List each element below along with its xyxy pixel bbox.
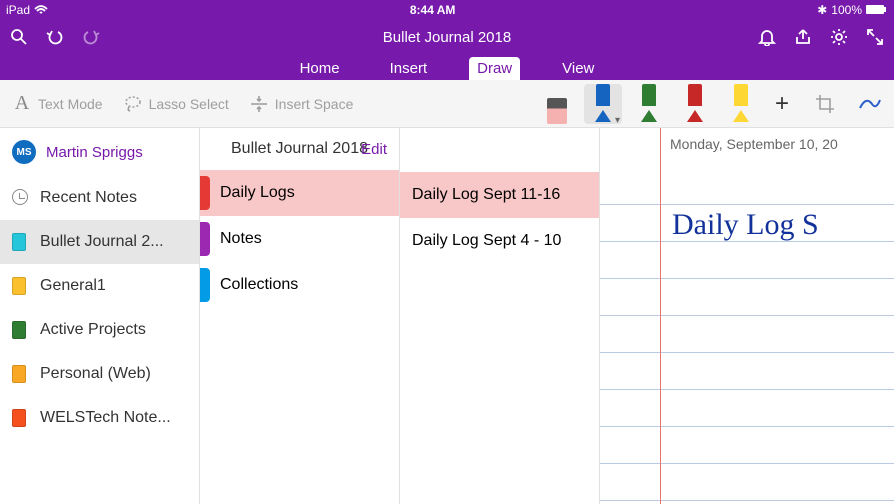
notebook-item[interactable]: WELSTech Note...: [0, 396, 199, 440]
section-item[interactable]: Collections: [200, 262, 399, 308]
notebook-item[interactable]: Personal (Web): [0, 352, 199, 396]
notebook-icon: [12, 321, 30, 339]
clock-icon: [12, 189, 30, 207]
ink-to-shape-icon[interactable]: [858, 94, 882, 114]
notebook-icon: [12, 233, 30, 251]
notebook-sidebar: MS Martin Spriggs Recent Notes Bullet Jo…: [0, 128, 200, 504]
settings-icon[interactable]: [830, 28, 848, 46]
search-icon[interactable]: [10, 28, 28, 46]
section-tab: [200, 222, 210, 256]
pen-green[interactable]: [630, 84, 668, 124]
note-canvas[interactable]: Monday, September 10, 20 Daily Log S: [600, 128, 894, 504]
menu-draw[interactable]: Draw: [469, 57, 520, 80]
eraser-icon: [547, 98, 567, 124]
undo-icon[interactable]: [46, 28, 64, 46]
lasso-select-button[interactable]: Lasso Select: [123, 94, 229, 114]
page-date: Monday, September 10, 20: [670, 136, 894, 152]
notebook-item[interactable]: Active Projects: [0, 308, 199, 352]
redo-icon[interactable]: [82, 28, 100, 46]
insert-space-icon: [249, 94, 269, 114]
recent-notes[interactable]: Recent Notes: [0, 176, 199, 220]
insert-space-button[interactable]: Insert Space: [249, 94, 354, 114]
crop-icon[interactable]: [814, 93, 836, 115]
user-name: Martin Spriggs: [46, 144, 143, 161]
wifi-icon: [34, 5, 48, 15]
title-bar: Bullet Journal 2018: [0, 20, 894, 54]
text-mode-icon: A: [12, 94, 32, 114]
menu-insert[interactable]: Insert: [382, 57, 436, 80]
notebook-icon: [12, 277, 30, 295]
section-item[interactable]: Daily Logs: [200, 170, 399, 216]
page-item[interactable]: Daily Log Sept 11-16: [400, 172, 599, 218]
bluetooth-icon: ✱: [817, 3, 827, 17]
pen-red[interactable]: [676, 84, 714, 124]
chevron-down-icon: ▾: [615, 115, 620, 126]
text-mode-button[interactable]: A Text Mode: [12, 94, 103, 114]
menu-home[interactable]: Home: [292, 57, 348, 80]
section-header: Bullet Journal 2018 Edit: [200, 128, 399, 170]
notebook-icon: [12, 409, 30, 427]
status-bar: iPad 8:44 AM ✱ 100%: [0, 0, 894, 20]
highlighter-yellow[interactable]: [722, 84, 760, 124]
margin-line: [660, 128, 661, 504]
notebook-item[interactable]: General1: [0, 264, 199, 308]
handwriting-text: Daily Log S: [672, 208, 819, 242]
section-tab: [200, 268, 210, 302]
menu-bar: Home Insert Draw View: [0, 54, 894, 80]
section-list: Bullet Journal 2018 Edit Daily Logs Note…: [200, 128, 400, 504]
page-list: Daily Log Sept 11-16 Daily Log Sept 4 - …: [400, 128, 600, 504]
menu-view[interactable]: View: [554, 57, 602, 80]
draw-ribbon: A Text Mode Lasso Select Insert Space ▾ …: [0, 80, 894, 128]
notifications-icon[interactable]: [758, 28, 776, 46]
lasso-icon: [123, 94, 143, 114]
battery-pct: 100%: [831, 3, 862, 17]
status-time: 8:44 AM: [48, 3, 817, 17]
section-item[interactable]: Notes: [200, 216, 399, 262]
battery-icon: [866, 5, 888, 15]
pen-blue[interactable]: ▾: [584, 84, 622, 124]
notebook-item[interactable]: Bullet Journal 2...: [0, 220, 199, 264]
page-item[interactable]: Daily Log Sept 4 - 10: [400, 218, 599, 264]
add-pen-button[interactable]: +: [768, 90, 796, 118]
section-tab: [200, 176, 210, 210]
account-row[interactable]: MS Martin Spriggs: [0, 128, 199, 176]
notebook-icon: [12, 365, 30, 383]
fullscreen-icon[interactable]: [866, 28, 884, 46]
edit-sections-button[interactable]: Edit: [361, 141, 387, 158]
notebook-title: Bullet Journal 2018: [210, 29, 684, 46]
eraser-tool[interactable]: [538, 84, 576, 124]
share-icon[interactable]: [794, 28, 812, 46]
device-label: iPad: [6, 3, 30, 17]
avatar: MS: [12, 140, 36, 164]
